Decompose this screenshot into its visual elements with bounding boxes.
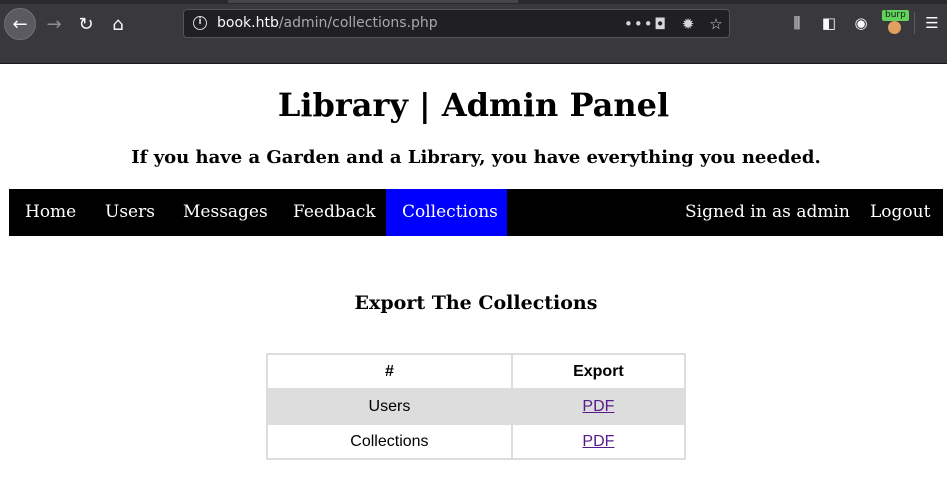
section-heading: Export The Collections [354,292,598,314]
burp-face-icon [888,21,901,34]
bookmark-star-icon[interactable]: ☆ [706,14,726,34]
url-host: book.htb [217,15,279,31]
top-navbar: Home Users Messages Feedback Collections… [9,189,943,236]
collection-name-cell: Users [266,388,513,425]
bug-icon[interactable]: ✹ [678,14,698,34]
home-icon[interactable]: ⌂ [102,8,134,40]
collection-name-cell: Collections [266,423,513,460]
forward-arrow-icon[interactable]: → [38,8,70,40]
burp-badge: burp [882,10,909,21]
nav-collections[interactable]: Collections [386,189,507,236]
active-tab-indicator [228,0,518,3]
page-title: Library | Admin Panel [277,86,670,124]
browser-toolbar: ← → ↻ ⌂ i book.htb/admin/collections.php… [0,0,947,64]
export-cell: PDF [510,388,687,425]
sidebar-icon[interactable]: ◧ [818,12,840,34]
library-icon[interactable]: ⫼ [786,12,808,34]
signed-in-indicator[interactable]: Signed in as admin [669,189,866,236]
table-header-row: # Export [266,353,687,390]
table-row: Users PDF [266,388,687,425]
reload-icon[interactable]: ↻ [70,8,102,40]
url-text[interactable]: book.htb/admin/collections.php [217,15,438,31]
toolbar-border [0,63,947,64]
nav-feedback[interactable]: Feedback [277,189,392,236]
toolbar-divider [914,12,915,34]
export-table: # Export Users PDF Collections PDF [266,353,687,460]
export-pdf-link[interactable]: PDF [582,433,614,450]
nav-logout[interactable]: Logout [854,189,946,236]
export-pdf-link[interactable]: PDF [582,398,614,415]
page-subtitle: If you have a Garden and a Library, you … [131,147,821,168]
nav-messages[interactable]: Messages [167,189,284,236]
more-actions-icon[interactable]: ••• [624,14,653,34]
nav-home[interactable]: Home [9,189,92,236]
table-row: Collections PDF [266,423,687,460]
hamburger-menu-icon[interactable]: ☰ [921,12,943,34]
account-icon[interactable]: ◉ [850,12,872,34]
url-path: /admin/collections.php [278,15,438,31]
address-bar[interactable]: i book.htb/admin/collections.php ••• ◘ ✹… [183,9,730,38]
column-header-export: Export [510,353,687,390]
back-arrow-icon[interactable]: ← [4,8,36,40]
nav-users[interactable]: Users [89,189,171,236]
pocket-icon[interactable]: ◘ [650,14,670,34]
column-header-number: # [266,353,513,390]
export-cell: PDF [510,423,687,460]
info-icon[interactable]: i [193,16,207,30]
burp-extension-icon[interactable]: burp [880,10,910,36]
